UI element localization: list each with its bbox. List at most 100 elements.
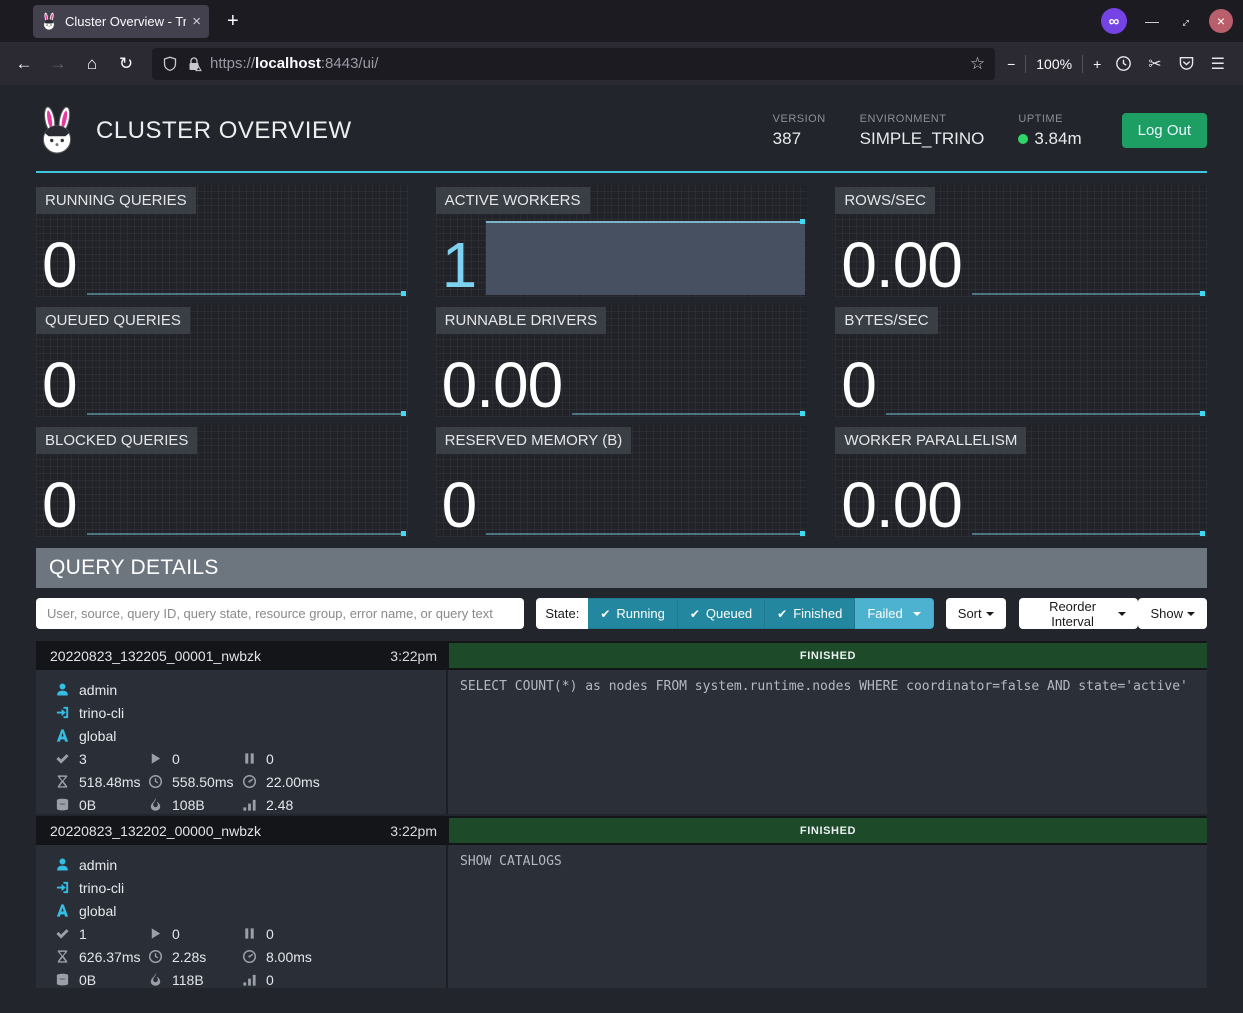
metric-tile-worker-parallelism: WORKER PARALLELISM 0.00 (835, 425, 1207, 537)
parallelism-chart-icon (242, 972, 257, 987)
query-card: 20220823_132202_00000_nwbzk 3:22pm FINIS… (36, 816, 1207, 988)
filter-running-button[interactable]: ✔ Running (588, 598, 678, 629)
query-details-header: QUERY DETAILS (36, 548, 1207, 588)
query-stats-panel: admin trino-cli global 1 0 0 626.37ms 2.… (36, 845, 448, 988)
query-time: 3:22pm (390, 823, 437, 839)
completed-splits: 1 (79, 926, 87, 942)
show-dropdown[interactable]: Show (1138, 598, 1207, 629)
back-button[interactable]: ← (10, 50, 38, 78)
sparkline (886, 341, 1205, 415)
home-button[interactable]: ⌂ (78, 50, 106, 78)
reorder-interval-dropdown[interactable]: Reorder Interval (1019, 598, 1139, 629)
memory-disk-icon (55, 972, 70, 987)
window-close-button[interactable]: × (1209, 9, 1233, 33)
sort-dropdown[interactable]: Sort (946, 598, 1006, 629)
chevron-down-icon (1118, 612, 1126, 616)
query-resource-group: global (79, 903, 116, 919)
query-stats-panel: admin trino-cli global 3 0 0 518.48ms 55… (36, 670, 448, 814)
trino-logo (36, 105, 78, 157)
browser-tab[interactable]: Cluster Overview - Trino × (33, 5, 209, 38)
pocket-icon[interactable] (1178, 55, 1195, 72)
logout-button[interactable]: Log Out (1122, 113, 1207, 148)
running-splits: 0 (172, 926, 180, 942)
source-signin-icon (55, 705, 70, 720)
window-maximize-button[interactable]: ↔ (1173, 10, 1194, 31)
state-filter-group: State: ✔ Running ✔ Queued ✔ Finished Fai… (536, 598, 933, 629)
chevron-down-icon (1187, 612, 1195, 616)
separator (1025, 55, 1026, 73)
cumulative-memory: 118B (172, 972, 204, 988)
metric-tile-reserved-memory: RESERVED MEMORY (B) 0 (436, 425, 808, 537)
metric-value: 0 (841, 356, 876, 415)
completed-splits: 3 (79, 751, 87, 767)
metric-value: 1 (442, 236, 477, 295)
url-bar[interactable]: https://localhost:8443/ui/ ☆ (152, 48, 995, 80)
menu-hamburger-icon[interactable]: ☰ (1211, 54, 1225, 74)
lock-warning-icon[interactable] (186, 56, 202, 72)
query-sql-panel: SELECT COUNT(*) as nodes FROM system.run… (448, 670, 1207, 814)
url-text: https://localhost:8443/ui/ (210, 55, 378, 72)
sparkline (87, 461, 406, 535)
private-browsing-icon: ∞ (1101, 8, 1127, 34)
metric-value: 0 (42, 476, 77, 535)
queued-splits: 0 (266, 926, 274, 942)
check-icon: ✔ (600, 607, 610, 621)
metric-tile-bytes-sec: BYTES/SEC 0 (835, 305, 1207, 417)
cumulative-memory-fire-icon (148, 972, 163, 987)
window-minimize-button[interactable]: — (1145, 13, 1159, 29)
query-user: admin (79, 682, 117, 698)
cumulative-memory-fire-icon (148, 797, 163, 812)
chevron-down-icon (913, 612, 921, 616)
query-status-bar: FINISHED (449, 643, 1207, 668)
source-signin-icon (55, 880, 70, 895)
screenshot-icon[interactable]: ✂ (1148, 54, 1161, 74)
query-card: 20220823_132205_00001_nwbzk 3:22pm FINIS… (36, 641, 1207, 814)
query-source: trino-cli (79, 705, 124, 721)
metric-value: 0.00 (841, 236, 962, 295)
zoom-level[interactable]: 100% (1036, 56, 1072, 72)
query-time: 3:22pm (390, 648, 437, 664)
sparkline (972, 461, 1205, 535)
query-id-link[interactable]: 20220823_132202_00000_nwbzk (50, 823, 261, 839)
metric-value: 0 (42, 356, 77, 415)
query-id-link[interactable]: 20220823_132205_00001_nwbzk (50, 648, 261, 664)
cpu-time: 22.00ms (266, 774, 320, 790)
cpu-time: 8.00ms (266, 949, 312, 965)
zoom-out-button[interactable]: − (1007, 56, 1015, 72)
filter-failed-dropdown[interactable]: Failed (855, 598, 933, 629)
total-time: 558.50ms (172, 774, 233, 790)
page-title: CLUSTER OVERVIEW (96, 117, 352, 145)
user-icon (55, 857, 70, 872)
reload-button[interactable]: ↻ (112, 50, 140, 78)
wall-time: 626.37ms (79, 949, 140, 965)
separator (1082, 55, 1083, 73)
resource-group-icon (55, 728, 70, 743)
metric-value: 0.00 (442, 356, 563, 415)
search-input[interactable] (36, 598, 524, 629)
trino-favicon (41, 12, 57, 31)
completed-splits-icon (55, 926, 70, 941)
filter-finished-button[interactable]: ✔ Finished (765, 598, 855, 629)
metric-value: 0.00 (841, 476, 962, 535)
tab-close-icon[interactable]: × (192, 13, 201, 30)
zoom-in-button[interactable]: + (1093, 56, 1101, 72)
check-icon: ✔ (777, 607, 787, 621)
sparkline (87, 341, 406, 415)
resource-group-icon (55, 903, 70, 918)
running-splits-play-icon (148, 926, 163, 941)
memory-disk-icon (55, 797, 70, 812)
sparkline (486, 221, 805, 295)
shield-icon[interactable] (162, 56, 178, 72)
current-memory: 0B (79, 972, 96, 988)
query-list: 20220823_132205_00001_nwbzk 3:22pm FINIS… (36, 641, 1207, 988)
metric-tile-runnable-drivers: RUNNABLE DRIVERS 0.00 (436, 305, 808, 417)
bookmark-star-icon[interactable]: ☆ (970, 54, 985, 74)
filter-queued-button[interactable]: ✔ Queued (678, 598, 765, 629)
chevron-down-icon (986, 612, 994, 616)
new-tab-button[interactable]: + (227, 10, 239, 33)
forward-button[interactable]: → (44, 50, 72, 78)
sparkline (486, 461, 805, 535)
metric-tile-blocked-queries: BLOCKED QUERIES 0 (36, 425, 408, 537)
queued-splits: 0 (266, 751, 274, 767)
history-clock-icon[interactable] (1115, 55, 1132, 72)
